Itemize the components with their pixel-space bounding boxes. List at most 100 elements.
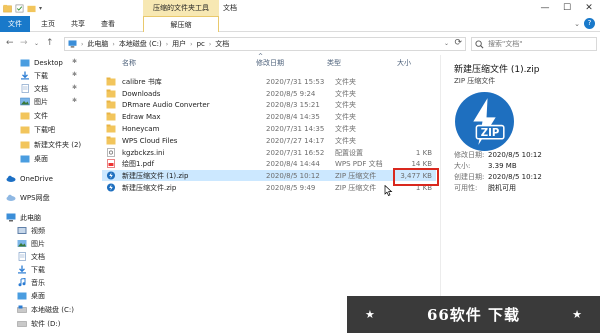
nav-item-label: 本地磁盘 (C:) bbox=[31, 305, 74, 314]
nav-item-xiazaiba[interactable]: 下载吧 bbox=[20, 123, 92, 136]
ini-icon bbox=[107, 148, 115, 157]
document-icon bbox=[21, 84, 29, 93]
nav-item-pc-downloads[interactable]: 下载 bbox=[17, 263, 92, 276]
nav-item-pc-documents[interactable]: 文档 bbox=[17, 250, 92, 263]
file-name: 绘图1.pdf bbox=[122, 159, 155, 168]
breadcrumb-this-pc[interactable]: 此电脑 bbox=[87, 39, 108, 49]
file-name: Honeycam bbox=[122, 124, 160, 133]
column-header-name[interactable]: 名称 bbox=[122, 58, 136, 70]
file-row[interactable]: Edraw Max 2020/8/4 14:35 文件夹 bbox=[102, 111, 436, 122]
folder-blue-icon bbox=[20, 59, 30, 67]
up-button[interactable]: ↑ bbox=[46, 38, 54, 48]
file-row-selected[interactable]: 新建压缩文件 (1).zip 2020/8/5 10:12 ZIP 压缩文件 3… bbox=[102, 170, 436, 181]
tab-share[interactable]: 共享 bbox=[66, 16, 90, 32]
breadcrumb-separator: › bbox=[190, 40, 193, 48]
forward-button[interactable]: → bbox=[20, 38, 28, 48]
file-row[interactable]: Downloads 2020/8/5 9:24 文件夹 bbox=[102, 88, 436, 99]
ribbon-expand-icon[interactable]: ⌄ bbox=[574, 20, 580, 28]
file-date: 2020/7/31 15:53 bbox=[266, 77, 325, 86]
recent-locations-button[interactable]: ⌄ bbox=[34, 40, 39, 47]
file-row[interactable]: 绘图1.pdf 2020/8/4 14:44 WPS PDF 文档 14 KB bbox=[102, 158, 436, 169]
file-name: DRmare Audio Converter bbox=[122, 100, 210, 109]
tab-home[interactable]: 主页 bbox=[36, 16, 60, 32]
folder-icon bbox=[106, 77, 116, 86]
properties-icon[interactable] bbox=[15, 4, 24, 13]
tab-extract[interactable]: 解压缩 bbox=[143, 16, 219, 32]
property-key: 创建日期: bbox=[454, 172, 485, 181]
nav-item-label: Desktop bbox=[34, 58, 63, 67]
file-size: 1 KB bbox=[415, 148, 432, 157]
file-date: 2020/8/4 14:35 bbox=[266, 112, 320, 121]
close-button[interactable]: ✕ bbox=[578, 0, 600, 16]
nav-item-wps-cloud[interactable]: WPS网盘 bbox=[6, 191, 92, 204]
breadcrumb-pc[interactable]: pc bbox=[197, 40, 205, 48]
file-row[interactable]: Honeycam 2020/7/31 14:35 文件夹 bbox=[102, 123, 436, 134]
file-date: 2020/7/31 16:52 bbox=[266, 148, 325, 157]
file-type: ZIP 压缩文件 bbox=[335, 171, 377, 180]
nav-item-documents[interactable]: 文档 bbox=[20, 82, 92, 95]
file-row[interactable]: kgzbckzs.ini 2020/7/31 16:52 配置设置 1 KB bbox=[102, 147, 436, 158]
nav-item-pc-pictures[interactable]: 图片 bbox=[17, 237, 92, 250]
document-icon bbox=[18, 252, 26, 261]
nav-item-pictures[interactable]: 图片 bbox=[20, 95, 92, 108]
folder-blue-icon bbox=[20, 155, 30, 163]
nav-item-label: 视频 bbox=[31, 226, 45, 235]
search-input[interactable]: 搜索"文档" bbox=[471, 37, 597, 51]
minimize-button[interactable]: — bbox=[534, 0, 556, 16]
address-bar[interactable]: › 此电脑 › 本地磁盘 (C:) › 用户 › pc › 文档 ⌄ ⟳ bbox=[64, 37, 466, 51]
breadcrumb-users[interactable]: 用户 bbox=[172, 39, 186, 49]
tab-view[interactable]: 查看 bbox=[96, 16, 120, 32]
folder-icon bbox=[20, 126, 30, 134]
nav-item-label: 下载吧 bbox=[34, 125, 55, 134]
file-date: 2020/8/3 15:21 bbox=[266, 100, 320, 109]
new-folder-icon[interactable] bbox=[27, 4, 36, 13]
folder-icon bbox=[106, 112, 116, 121]
nav-item-new-folder-2[interactable]: 新建文件夹 (2) bbox=[20, 138, 92, 151]
breadcrumb-documents[interactable]: 文档 bbox=[215, 39, 229, 49]
file-type: 配置设置 bbox=[335, 148, 363, 157]
nav-item-onedrive[interactable]: OneDrive bbox=[6, 172, 92, 185]
title-bar: ▾ 压缩的文件夹工具 文档 — ☐ ✕ bbox=[0, 0, 600, 16]
file-type: 文件夹 bbox=[335, 112, 356, 121]
tab-file[interactable]: 文件 bbox=[0, 16, 30, 32]
pdf-icon bbox=[107, 159, 115, 168]
music-icon bbox=[18, 278, 26, 287]
nav-item-label: 此电脑 bbox=[20, 213, 41, 222]
pc-icon bbox=[68, 40, 77, 48]
nav-item-pc-desktop[interactable]: 桌面 bbox=[17, 289, 92, 302]
watermark-text: 66软件 下载 bbox=[426, 306, 521, 324]
nav-item-desktop[interactable]: Desktop bbox=[20, 56, 92, 69]
file-type: 文件夹 bbox=[335, 89, 356, 98]
nav-item-videos[interactable]: 视频 bbox=[17, 224, 92, 237]
file-row[interactable]: calibre 书库 2020/7/31 15:53 文件夹 bbox=[102, 76, 436, 87]
column-header-size[interactable]: 大小 bbox=[397, 58, 411, 70]
nav-item-label: 下载 bbox=[31, 265, 45, 274]
nav-item-downloads[interactable]: 下载 bbox=[20, 69, 92, 82]
column-header-type[interactable]: 类型 bbox=[327, 58, 341, 70]
nav-item-label: 图片 bbox=[34, 97, 48, 106]
breadcrumb-local-disk[interactable]: 本地磁盘 (C:) bbox=[119, 39, 162, 49]
pictures-icon bbox=[20, 97, 30, 106]
nav-item-this-pc[interactable]: 此电脑 bbox=[6, 211, 92, 224]
qa-dropdown-icon[interactable]: ▾ bbox=[39, 5, 42, 12]
file-row[interactable]: DRmare Audio Converter 2020/8/3 15:21 文件… bbox=[102, 99, 436, 110]
nav-item-music[interactable]: 音乐 bbox=[17, 276, 92, 289]
file-row[interactable]: WPS Cloud Files 2020/7/27 14:17 文件夹 bbox=[102, 135, 436, 146]
folder-icon bbox=[106, 100, 116, 109]
nav-item-desktop-cn[interactable]: 桌面 bbox=[20, 152, 92, 165]
property-value: 3.39 MB bbox=[488, 161, 517, 170]
refresh-icon[interactable]: ⟳ bbox=[454, 38, 462, 48]
help-icon[interactable]: ? bbox=[584, 18, 595, 29]
video-icon bbox=[17, 227, 27, 234]
maximize-button[interactable]: ☐ bbox=[556, 0, 578, 16]
nav-item-drive-d[interactable]: 软件 (D:) bbox=[17, 317, 92, 330]
pc-icon bbox=[6, 213, 16, 222]
nav-item-label: 桌面 bbox=[31, 291, 45, 300]
back-button[interactable]: ← bbox=[6, 38, 14, 48]
column-header-date[interactable]: 修改日期 bbox=[256, 58, 284, 70]
nav-item-drive-c[interactable]: 本地磁盘 (C:) bbox=[17, 303, 92, 316]
nav-item-files[interactable]: 文件 bbox=[20, 109, 92, 122]
address-dropdown-icon[interactable]: ⌄ bbox=[444, 40, 449, 47]
wps-cloud-icon bbox=[6, 194, 16, 201]
file-type: 文件夹 bbox=[335, 100, 356, 109]
